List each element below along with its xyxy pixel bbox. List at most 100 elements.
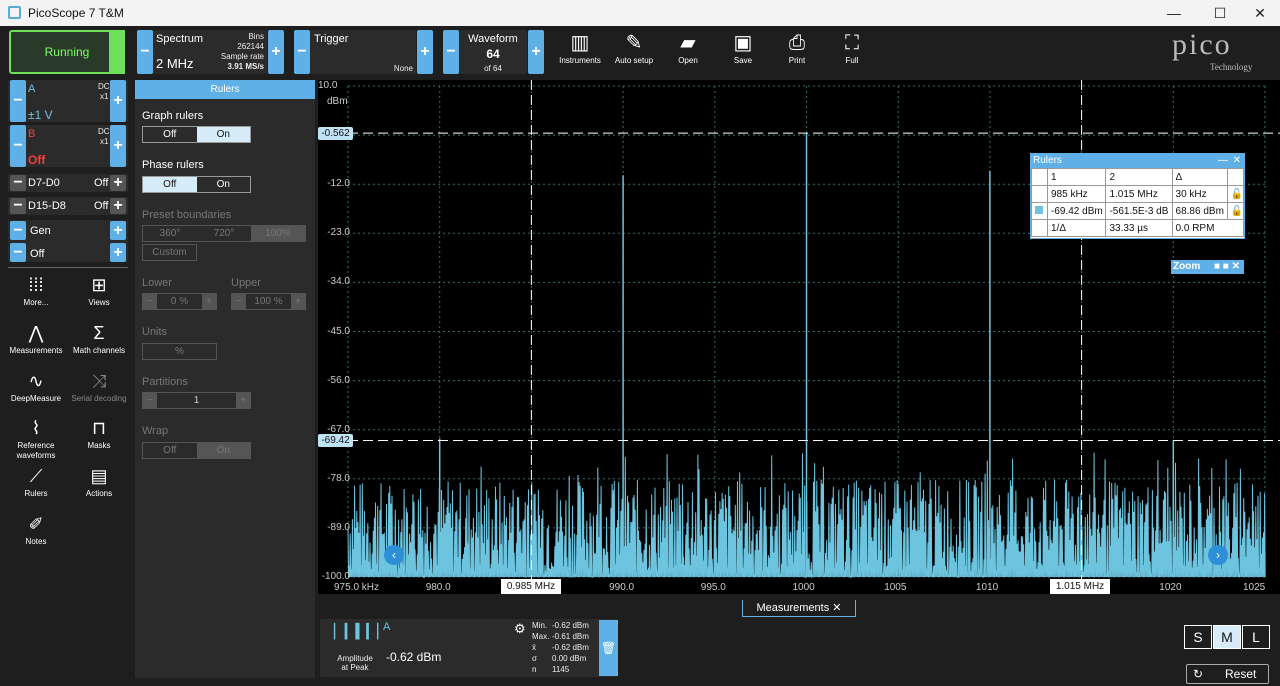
units-value: % <box>175 346 184 357</box>
waveform-minus-button[interactable]: − <box>443 30 459 74</box>
masks-button[interactable]: ⊓ Masks <box>69 415 129 451</box>
gen-state-plus[interactable]: + <box>110 243 126 262</box>
partitions-minus[interactable]: − <box>143 393 157 408</box>
measurements-button[interactable]: ⋀ Measurements <box>6 320 66 356</box>
print-button[interactable]: ⎙ Print <box>770 30 824 74</box>
wrap-off[interactable]: Off <box>143 443 197 458</box>
gen-state-minus[interactable]: − <box>10 243 26 262</box>
measurements-tab[interactable]: Measurements ✕ <box>742 600 856 617</box>
auto-setup-button[interactable]: ✎ Auto setup <box>607 30 661 74</box>
ruler-v2-badge[interactable]: 1.015 MHz <box>1050 579 1110 594</box>
close-icon[interactable]: ■ ■ ✕ <box>1214 260 1240 274</box>
digital-d15-d8-control[interactable]: − D15-D8 Off + <box>8 197 128 215</box>
waveform-plus-button[interactable]: + <box>528 30 544 74</box>
serial-decoding-button[interactable]: ⤨ Serial decoding <box>69 368 129 404</box>
close-icon[interactable]: ✕ <box>1233 154 1241 168</box>
generator-control[interactable]: − − Gen Off + + <box>8 220 128 262</box>
trigger-control[interactable]: Trigger None <box>310 30 416 74</box>
ruler-h2-badge[interactable]: -69.42 <box>318 434 353 447</box>
partitions-value[interactable]: 1 <box>157 393 236 408</box>
zoom-panel[interactable]: Zoom ■ ■ ✕ <box>1171 260 1244 274</box>
preset-360[interactable]: 360° <box>143 226 197 241</box>
graph-rulers-off[interactable]: Off <box>143 127 197 142</box>
size-medium-button[interactable]: M <box>1213 625 1241 649</box>
deepmeasure-button[interactable]: ∿ DeepMeasure <box>6 368 66 404</box>
trigger-plus-button[interactable]: + <box>417 30 433 74</box>
notes-button[interactable]: ✐ Notes <box>6 511 66 547</box>
close-icon[interactable]: ✕ <box>832 602 841 614</box>
ruler-v1-badge[interactable]: 0.985 MHz <box>501 579 561 594</box>
channel-b-plus[interactable]: + <box>110 125 126 167</box>
channel-a-plus[interactable]: + <box>110 80 126 122</box>
d7-plus[interactable]: + <box>110 175 126 191</box>
wrap-on[interactable]: On <box>196 443 250 458</box>
table-cell: -561.5E-3 dB <box>1105 202 1173 220</box>
lower-value[interactable]: 0 % <box>157 294 202 309</box>
views-button[interactable]: ⊞ Views <box>69 272 129 308</box>
wrap-toggle[interactable]: Off On <box>142 442 251 459</box>
minimize-icon[interactable]: — <box>1218 154 1228 168</box>
delete-measurement-button[interactable]: 🗑 <box>599 620 618 676</box>
phase-rulers-on[interactable]: On <box>197 177 251 192</box>
more-button[interactable]: ⁞⁞⁞ More... <box>6 272 66 308</box>
phase-rulers-toggle[interactable]: Off On <box>142 176 251 193</box>
full-screen-button[interactable]: ⛶ Full <box>825 30 879 74</box>
save-button[interactable]: ▣ Save <box>716 30 770 74</box>
reference-waveforms-button[interactable]: ⌇ Reference waveforms <box>6 415 66 461</box>
lower-plus[interactable]: + <box>202 294 216 309</box>
trigger-minus-button[interactable]: − <box>294 30 310 74</box>
gear-icon[interactable]: ⚙ <box>514 621 526 637</box>
x-tick-label: 1005 <box>884 582 907 593</box>
lock-icon[interactable]: 🔓 <box>1226 185 1245 203</box>
partitions-stepper[interactable]: −1 + <box>142 392 251 409</box>
scroll-right-icon[interactable]: › <box>1208 545 1228 565</box>
preset-720[interactable]: 720° <box>197 226 251 241</box>
digital-d7-d0-control[interactable]: − D7-D0 Off + <box>8 174 128 192</box>
d15-plus[interactable]: + <box>110 198 126 214</box>
reset-button[interactable]: ↻ Reset <box>1186 664 1269 684</box>
table-cell <box>1031 202 1048 220</box>
upper-stepper[interactable]: −100 % + <box>231 293 306 310</box>
graph-rulers-toggle[interactable]: Off On <box>142 126 251 143</box>
wrap-label: Wrap <box>142 425 169 437</box>
close-button[interactable]: ✕ <box>1250 3 1270 23</box>
channel-a-minus[interactable]: − <box>10 80 26 122</box>
gen-minus[interactable]: − <box>10 221 26 240</box>
lower-minus[interactable]: − <box>143 294 157 309</box>
gen-plus[interactable]: + <box>110 221 126 240</box>
run-button[interactable]: Running <box>9 30 125 74</box>
units-input[interactable]: % <box>142 343 217 360</box>
upper-minus[interactable]: − <box>232 294 246 309</box>
preset-100[interactable]: 100% <box>251 226 305 241</box>
waveform-control[interactable]: Waveform 64 of 64 <box>459 30 527 74</box>
instruments-button[interactable]: ▥ Instruments <box>553 30 607 74</box>
channel-b-minus[interactable]: − <box>10 125 26 167</box>
preset-custom[interactable]: Custom <box>142 244 197 261</box>
graph-rulers-on[interactable]: On <box>196 127 250 142</box>
spectrum-plus-button[interactable]: + <box>268 30 284 74</box>
preset-boundaries-selector[interactable]: 360° 720° 100% <box>142 225 306 242</box>
d7-minus[interactable]: − <box>10 175 26 191</box>
size-large-button[interactable]: L <box>1242 625 1270 649</box>
ruler-h1-badge[interactable]: -0.562 <box>318 127 353 140</box>
d15-minus[interactable]: − <box>10 198 26 214</box>
open-button[interactable]: ▰ Open <box>661 30 715 74</box>
measurement-card[interactable]: ▏▎▍▎▏ A Amplitude at Peak -0.62 dBm ⚙ Mi… <box>320 619 618 677</box>
partitions-plus[interactable]: + <box>236 393 250 408</box>
actions-button[interactable]: ▤ Actions <box>69 463 129 499</box>
scroll-left-icon[interactable]: ‹ <box>384 545 404 565</box>
channel-b-control[interactable]: − B Off DC x1 + <box>8 125 128 167</box>
maximize-button[interactable]: ☐ <box>1210 3 1230 23</box>
channel-a-control[interactable]: − A ±1 V DC x1 + <box>8 80 128 122</box>
upper-value[interactable]: 100 % <box>246 294 291 309</box>
upper-plus[interactable]: + <box>291 294 305 309</box>
minimize-button[interactable]: — <box>1164 3 1184 23</box>
rulers-button[interactable]: ⟋ Rulers <box>6 463 66 499</box>
spectrum-minus-button[interactable]: − <box>137 30 153 74</box>
math-channels-button[interactable]: Σ Math channels <box>69 320 129 356</box>
lower-stepper[interactable]: −0 % + <box>142 293 217 310</box>
spectrum-control[interactable]: Spectrum 2 MHz Bins 262144 Sample rate 3… <box>153 30 267 74</box>
size-small-button[interactable]: S <box>1184 625 1212 649</box>
lock-icon[interactable]: 🔓 <box>1226 202 1245 220</box>
phase-rulers-off[interactable]: Off <box>143 177 197 192</box>
